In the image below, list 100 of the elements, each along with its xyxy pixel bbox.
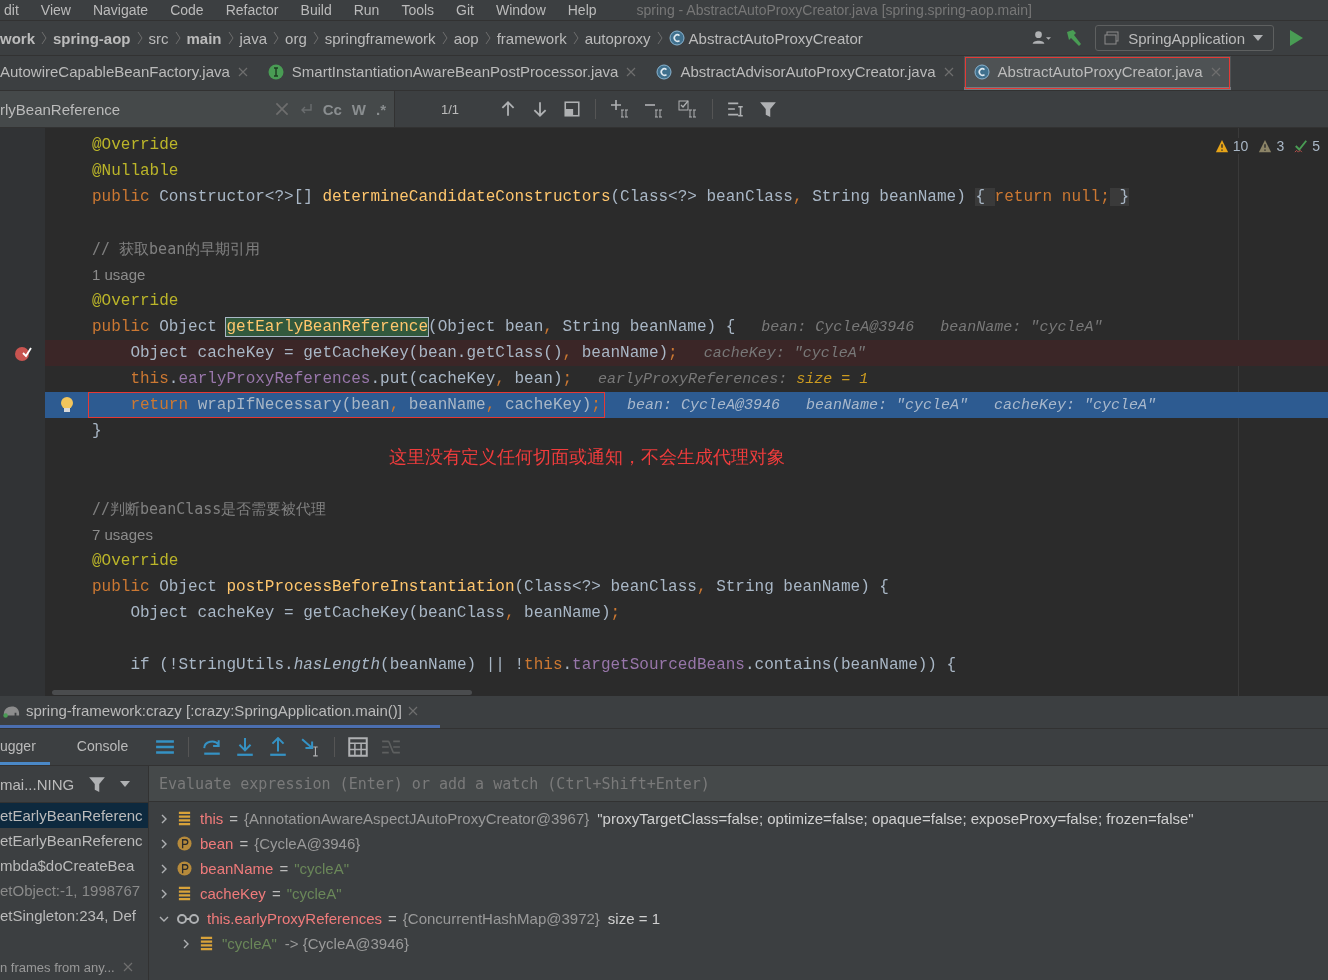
breadcrumb[interactable]: src [148,29,169,47]
close-icon[interactable] [943,66,954,77]
breadcrumb[interactable]: AbstractAutoProxyCreator [668,29,863,47]
stack-frame[interactable]: etObject:-1, 1998767 [0,878,148,903]
field-icon [199,936,214,951]
variable-name[interactable]: this.earlyProxyReferences [207,910,383,927]
menu-item[interactable]: View [40,2,71,18]
code-line: @Override [92,552,179,570]
variable-name[interactable]: bean [200,835,234,852]
chevron-icon [273,31,280,45]
breakpoint-icon[interactable] [13,344,32,362]
step-out-icon[interactable] [268,737,289,757]
warning-count[interactable]: 10 [1232,138,1249,154]
editor-tab[interactable]: AbstractAdvisorAutoProxyCreator.java [646,56,964,90]
menu-item[interactable]: Help [567,2,597,18]
breadcrumb[interactable]: java [239,29,268,47]
filter-lines-icon[interactable] [727,100,746,118]
close-icon[interactable] [122,962,133,972]
menu-item[interactable]: Run [353,2,380,18]
calculator-icon[interactable] [348,737,369,757]
debugger-tab[interactable]: Console [62,729,143,765]
select-all-icon[interactable] [678,99,699,119]
chevron-icon [312,31,319,45]
stack-frame[interactable]: etEarlyBeanReferenc [0,803,148,828]
warning-icon[interactable] [1214,139,1229,153]
equals-sign: = [271,885,281,902]
variable-name[interactable]: this [200,810,224,827]
chevron-icon [227,31,234,45]
menu-item[interactable]: Git [456,2,474,18]
code-editor[interactable] [0,128,1328,696]
breadcrumb[interactable]: aop [453,29,479,47]
editor-tab[interactable]: AbstractAutoProxyCreator.java [963,56,1231,90]
menu-icon[interactable] [155,737,176,757]
thread-selector[interactable]: mai...NING [0,775,75,793]
equals-sign: = [229,810,239,827]
window-title: spring - AbstractAutoProxyCreator.java [spring.spring-aop.main] [636,2,1032,18]
field-icon [177,886,192,901]
typo-count[interactable]: 5 [1312,138,1320,154]
step-over-icon[interactable] [202,737,223,757]
code-line: public Object getEarlyBeanReference(Object bean, String beanName) { [92,318,736,336]
breadcrumb[interactable]: springframework [324,29,436,47]
value-summary: size = 1 [607,910,660,927]
breadcrumb[interactable]: org [285,29,307,47]
lightbulb-icon[interactable] [58,396,76,414]
code-line: //判断beanClass是否需要被代理 [92,499,327,519]
close-icon[interactable] [626,66,637,77]
code-line: Object cacheKey = getCacheKey(beanClass, beanName); [129,604,621,622]
variable-value: "cycleA" [294,860,349,877]
menu-item[interactable]: Code [170,2,204,18]
class-icon [973,63,990,80]
editor-tab[interactable]: SmartInstantiationAwareBeanPostProcessor.java [257,56,647,90]
caret-icon [1253,35,1263,41]
menu-item[interactable]: Tools [401,2,435,18]
inline-value: bean: CycleA@3946 [761,318,915,336]
warning-icon[interactable] [1258,139,1273,153]
filter-icon[interactable] [759,100,778,118]
menu-item[interactable]: Window [495,2,546,18]
debugger-tab[interactable]: ugger [0,729,50,765]
menu-item[interactable]: Refactor [225,2,279,18]
close-icon[interactable] [407,705,418,716]
breadcrumb[interactable]: main [186,29,222,47]
caret-icon[interactable] [120,781,131,787]
close-icon[interactable] [237,66,248,77]
variable-name[interactable]: beanName [200,860,274,877]
variable-value: -> {CycleA@3946} [284,935,409,952]
editor-tab[interactable]: AutowireCapableBeanFactory.java [0,56,258,90]
inline-value: bean: CycleA@3946 [626,396,780,414]
equals-sign: = [388,910,397,927]
variable-value: "cycleA" [286,885,342,902]
match-count: 1/1 [441,101,460,117]
window-icon[interactable] [563,100,582,118]
run-config-dropdown[interactable]: SpringApplication [1095,25,1274,51]
code-line: 7 usages [92,525,153,545]
stack-frame[interactable]: mbda$doCreateBea [0,853,148,878]
variable-name[interactable]: cacheKey [200,885,266,902]
filter-icon[interactable] [88,775,107,793]
breadcrumb[interactable]: work [0,29,35,47]
check-icon[interactable] [1294,139,1309,153]
stack-frame[interactable]: etEarlyBeanReferenc [0,828,148,853]
step-into-icon[interactable] [235,737,256,757]
horizontal-scrollbar[interactable] [52,690,472,695]
breadcrumb[interactable]: spring-aop [53,29,131,47]
weak-warning-count[interactable]: 3 [1276,138,1285,154]
breadcrumb[interactable]: framework [496,29,567,47]
chevron-icon [174,31,181,45]
add-occurrence-icon[interactable] [610,99,631,119]
chevron-icon [484,31,491,45]
debug-session-tab[interactable]: spring-framework:crazy [:crazy:SpringApplication.main()] [0,696,440,728]
variable-value: {ConcurrentHashMap@3972} [402,910,600,927]
menu-item[interactable]: Build [300,2,332,18]
class-icon [668,30,685,46]
glasses-icon [177,912,199,925]
inline-value: earlyProxyReferences: [598,370,789,388]
code-line: @Nullable [92,162,179,180]
breadcrumb[interactable]: autoproxy [584,29,651,47]
parameter-icon [177,861,192,876]
stack-frame[interactable]: etSingleton:234, Def [0,903,148,928]
menu-item[interactable]: dit [4,2,19,18]
menu-item[interactable]: Navigate [92,2,149,18]
window-icon [1104,30,1121,46]
